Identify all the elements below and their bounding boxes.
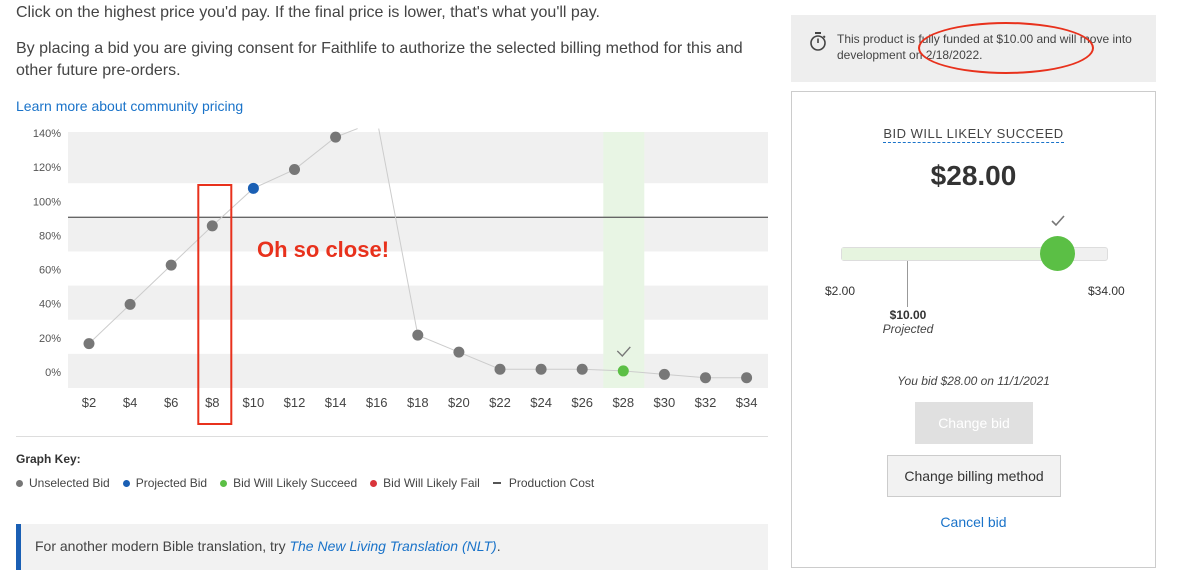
chart-band [68, 149, 768, 184]
bid-point [330, 131, 342, 143]
graph-key-item: Production Cost [492, 476, 595, 490]
bid-point [576, 363, 588, 375]
y-tick-label: 40% [39, 299, 61, 311]
bid-point [289, 164, 300, 176]
x-tick-label: $34 [736, 395, 758, 410]
y-tick-label: 120% [33, 162, 61, 174]
bid-point [658, 368, 670, 380]
slider-thumb[interactable] [1040, 236, 1075, 271]
y-tick-label: 100% [33, 196, 61, 208]
bid-point [617, 365, 629, 377]
bid-point [412, 329, 424, 341]
funding-text: This product is fully funded at $10.00 a… [837, 32, 1132, 62]
bid-instructions: Click on the highest price you'd pay. If… [16, 4, 600, 21]
selected-column [603, 132, 645, 388]
billing-consent: By placing a bid you are giving consent … [16, 40, 743, 79]
x-tick-label: $24 [530, 395, 552, 410]
translation-note: For another modern Bible translation, tr… [16, 524, 768, 570]
slider-min-label: $2.00 [825, 284, 856, 298]
bid-point [124, 298, 136, 310]
graph-key-item: Bid Will Likely Succeed [220, 476, 357, 490]
y-tick-label: 60% [39, 265, 61, 277]
chart-band [68, 132, 768, 150]
graph-key-item: Bid Will Likely Fail [370, 476, 480, 490]
graph-key-label: Bid Will Likely Succeed [233, 476, 358, 490]
graph-key-title: Graph Key: [16, 452, 81, 466]
cancel-bid-link[interactable]: Cancel bid [792, 514, 1155, 530]
projected-marker [907, 261, 908, 307]
change-bid-button[interactable]: Change bid [915, 402, 1033, 444]
slider-max-label: $34.00 [1088, 284, 1125, 298]
x-tick-label: $32 [695, 395, 717, 410]
slider-fill [842, 248, 1058, 260]
graph-key-label: Projected Bid [135, 476, 208, 490]
bid-point [453, 346, 465, 358]
bid-point [535, 363, 547, 375]
x-tick-label: $20 [448, 395, 470, 410]
chart-divider [16, 436, 768, 437]
graph-key: Unselected Bid Projected Bid Bid Will Like… [16, 476, 607, 490]
bid-status-label[interactable]: BID WILL LIKELY SUCCEED [883, 126, 1064, 143]
projected-label: Projected [882, 322, 934, 336]
y-tick-label: 80% [39, 230, 61, 242]
bid-point [494, 363, 506, 375]
note-suffix: . [496, 538, 501, 554]
bid-point [247, 182, 259, 194]
y-tick-label: 20% [39, 333, 61, 345]
chart-band [68, 217, 768, 252]
x-tick-label: $26 [571, 395, 593, 410]
stopwatch-icon [810, 32, 826, 51]
your-bid-text: You bid $28.00 on 11/1/2021 [897, 374, 1050, 388]
x-tick-label: $10 [243, 395, 265, 410]
dot-icon [16, 479, 23, 487]
x-tick-label: $8 [205, 395, 219, 410]
nlt-link[interactable]: The New Living Translation (NLT) [289, 538, 496, 554]
annotation-text: Oh so close! [257, 237, 389, 262]
graph-key-label: Unselected Bid [29, 476, 110, 490]
bid-point [741, 372, 753, 384]
y-tick-label: 140% [33, 128, 61, 140]
x-tick-label: $16 [366, 395, 388, 410]
x-tick-label: $2 [82, 395, 96, 410]
chart-band [68, 285, 768, 320]
x-tick-label: $30 [654, 395, 676, 410]
graph-key-item: Unselected Bid [16, 476, 110, 490]
note-text: For another modern Bible translation, tr… [35, 538, 290, 554]
check-icon [1051, 215, 1065, 227]
graph-key-label: Production Cost [508, 476, 595, 490]
dash-icon [492, 482, 501, 484]
y-tick-label: 0% [45, 367, 61, 379]
bid-point [700, 372, 711, 384]
projected-amount: $10.00 [889, 308, 927, 322]
bid-panel: BID WILL LIKELY SUCCEED $28.00 $2.00 $34… [791, 91, 1156, 568]
x-tick-label: $28 [612, 395, 634, 410]
learn-more-link[interactable]: Learn more about community pricing [16, 98, 243, 114]
bid-amount: $28.00 [930, 160, 1017, 191]
x-tick-label: $22 [489, 395, 511, 410]
change-billing-button[interactable]: Change billing method [887, 455, 1061, 497]
dot-icon [122, 479, 130, 487]
graph-key-item: Projected Bid [122, 476, 208, 490]
bid-point [165, 259, 177, 271]
graph-key-label: Bid Will Likely Fail [383, 476, 480, 490]
x-tick-label: $14 [325, 395, 347, 410]
funding-notice: This product is fully funded at $10.00 a… [791, 15, 1156, 82]
dot-icon [370, 479, 378, 487]
x-tick-label: $12 [284, 395, 306, 410]
x-tick-label: $4 [123, 395, 137, 410]
x-tick-label: $18 [407, 395, 429, 410]
dot-icon [220, 479, 228, 487]
bid-point [206, 220, 218, 232]
bid-chart: 0% 20% 40% 60% 80% 100% 120% 140% $2 $4 $6 $8 $10 $1… [33, 128, 768, 425]
bid-status: BID WILL LIKELY SUCCEED [792, 126, 1155, 143]
x-tick-label: $6 [164, 395, 178, 410]
bid-point [83, 338, 95, 350]
